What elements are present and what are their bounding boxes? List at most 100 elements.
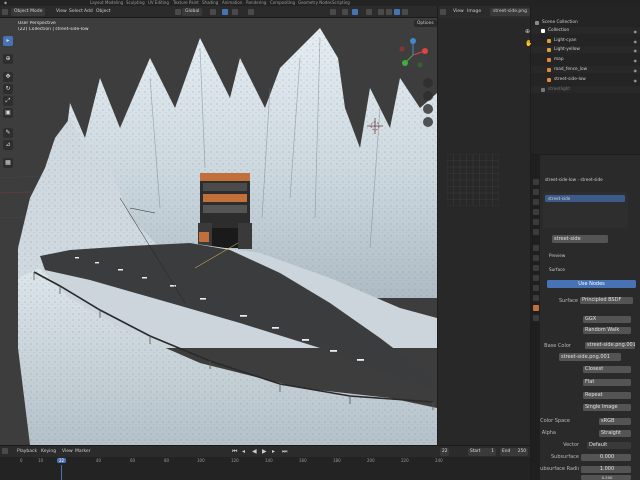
extension-select[interactable]: Repeat <box>583 392 631 399</box>
image-menu-image[interactable]: Image <box>467 8 481 16</box>
timeline-editor-icon[interactable] <box>2 448 8 454</box>
shading-solid-icon[interactable] <box>386 9 392 15</box>
menu-add[interactable]: Add <box>84 8 93 16</box>
eye-icon[interactable]: ◉ <box>634 77 638 84</box>
playhead-frame[interactable]: 22 <box>57 458 67 463</box>
outliner-item-street-side-low[interactable]: street-side-low ◉ <box>531 76 640 83</box>
start-frame-field[interactable]: Start 1 <box>468 448 496 456</box>
mode-select[interactable]: Object Mode <box>11 8 46 16</box>
current-frame-field[interactable]: 22 <box>440 448 450 456</box>
menu-select[interactable]: Select <box>69 8 83 16</box>
physics-tab-icon[interactable] <box>532 275 539 281</box>
modifier-tab-icon[interactable] <box>532 255 539 261</box>
subsurface-radius-y-field[interactable]: 0.200 <box>581 475 631 480</box>
shading-rendered-icon[interactable] <box>402 9 408 15</box>
panel-surface[interactable]: Surface <box>549 266 565 273</box>
tool-tab-icon[interactable] <box>532 179 539 185</box>
subsurface-radius-field[interactable]: 1.000 <box>581 466 631 473</box>
data-tab-icon[interactable] <box>532 295 539 301</box>
timeline-menu-marker[interactable]: Marker <box>75 448 91 456</box>
proportional-edit-icon[interactable] <box>248 9 254 15</box>
eye-icon[interactable]: ◉ <box>634 67 638 74</box>
color-space-select[interactable]: sRGB <box>599 418 631 425</box>
source-select[interactable]: Single Image <box>583 404 631 411</box>
orientation-select[interactable]: Global <box>182 8 203 16</box>
timeline-menu-playback[interactable]: Playback <box>17 448 37 456</box>
snap-target-icon[interactable] <box>232 9 238 15</box>
outliner-item-streetlight[interactable]: streetlight <box>531 86 640 93</box>
output-tab-icon[interactable] <box>532 199 539 205</box>
tool-select[interactable]: ▸ <box>3 36 13 46</box>
play-icon[interactable]: ▶ <box>262 448 267 455</box>
image-editor[interactable]: ⊕ ✋ <box>438 18 532 445</box>
options-button[interactable]: Options <box>414 20 437 27</box>
tool-annotate[interactable]: ✎ <box>3 128 13 138</box>
constraints-tab-icon[interactable] <box>532 285 539 291</box>
subsurface-method-select[interactable]: Random Walk <box>583 327 631 334</box>
overlay-icon[interactable] <box>352 9 358 15</box>
outliner-item-collection[interactable]: Collection ◉ <box>531 27 640 34</box>
image-editor-type-icon[interactable] <box>440 9 446 15</box>
material-slot-item[interactable]: street-side <box>545 195 625 202</box>
timeline[interactable]: 0 10 22 40 60 80 100 120 140 160 180 200… <box>0 457 530 480</box>
pivot-icon[interactable] <box>210 9 216 15</box>
outliner-item-map[interactable]: map ◉ <box>531 56 640 63</box>
panel-preview[interactable]: Preview <box>549 252 565 259</box>
vector-field[interactable]: Default <box>587 442 631 449</box>
outliner-item-road-fence-low[interactable]: road_fence_low ◉ <box>531 66 640 73</box>
texture-tab-icon[interactable] <box>532 315 539 321</box>
image-select[interactable]: street-side.png <box>490 8 530 16</box>
outliner-item-light-yellow[interactable]: Light-yellow ◉ <box>531 46 640 53</box>
tool-transform[interactable]: ▣ <box>3 108 13 118</box>
snap-icon[interactable] <box>222 9 228 15</box>
particles-tab-icon[interactable] <box>532 265 539 271</box>
surface-shader-field[interactable]: Principled BSDF <box>580 297 633 304</box>
xray-icon[interactable] <box>366 9 372 15</box>
tool-move[interactable]: ✥ <box>3 72 13 82</box>
3d-viewport[interactable]: User Perspective (22) Collection | stree… <box>0 18 437 445</box>
shading-material-icon[interactable] <box>394 9 400 15</box>
base-color-field[interactable]: street-side.png.001 <box>585 342 635 349</box>
material-slot-list[interactable]: street-side <box>543 192 628 228</box>
jump-start-icon[interactable]: ⏮ <box>232 448 237 456</box>
tool-measure[interactable]: ⊿ <box>3 140 13 150</box>
material-tab-icon[interactable] <box>532 305 539 311</box>
distribution-select[interactable]: GGX <box>583 316 631 323</box>
tool-cursor[interactable]: ⊕ <box>3 54 13 64</box>
play-reverse-icon[interactable]: ◀ <box>252 448 257 455</box>
eye-icon[interactable]: ◉ <box>634 57 638 64</box>
outliner-item-light-cyan[interactable]: Light-cyan ◉ <box>531 37 640 44</box>
gizmo-icon[interactable] <box>342 9 348 15</box>
eye-icon[interactable]: ◉ <box>634 47 638 54</box>
subsurface-field[interactable]: 0.000 <box>581 454 631 461</box>
object-tab-icon[interactable] <box>532 245 539 251</box>
use-nodes-button[interactable]: Use Nodes <box>547 280 636 288</box>
render-tab-icon[interactable] <box>532 189 539 195</box>
alpha-select[interactable]: Straight <box>599 430 631 437</box>
zoom-icon[interactable]: ⊕ <box>525 28 530 35</box>
tool-add-cube[interactable]: ▦ <box>3 158 13 168</box>
timeline-menu-view[interactable]: View <box>62 448 73 456</box>
editor-type-icon[interactable] <box>2 9 8 15</box>
end-frame-field[interactable]: End 250 <box>500 448 528 456</box>
tool-rotate[interactable]: ↻ <box>3 84 13 94</box>
visibility-icon[interactable] <box>330 9 336 15</box>
navigation-gizmo[interactable] <box>399 38 428 69</box>
shading-wireframe-icon[interactable] <box>378 9 384 15</box>
menu-view[interactable]: View <box>56 8 67 16</box>
world-tab-icon[interactable] <box>532 229 539 235</box>
view-layer-tab-icon[interactable] <box>532 209 539 215</box>
prev-key-icon[interactable]: ◂ <box>242 448 245 455</box>
jump-end-icon[interactable]: ⏭ <box>282 448 287 456</box>
menu-object[interactable]: Object <box>96 8 111 16</box>
material-name-field[interactable]: street-side <box>552 235 608 243</box>
eye-icon[interactable]: ◉ <box>634 28 638 35</box>
image-menu-view[interactable]: View <box>453 8 464 16</box>
image-datablock-field[interactable]: street-side.png.001 <box>559 353 621 361</box>
tool-scale[interactable]: ⤢ <box>3 96 13 106</box>
interpolation-select[interactable]: Closest <box>583 366 631 373</box>
scene-tab-icon[interactable] <box>532 219 539 225</box>
transform-orientation-icon[interactable] <box>175 9 181 15</box>
timeline-menu-keying[interactable]: Keying <box>41 448 56 456</box>
projection-select[interactable]: Flat <box>583 379 631 386</box>
